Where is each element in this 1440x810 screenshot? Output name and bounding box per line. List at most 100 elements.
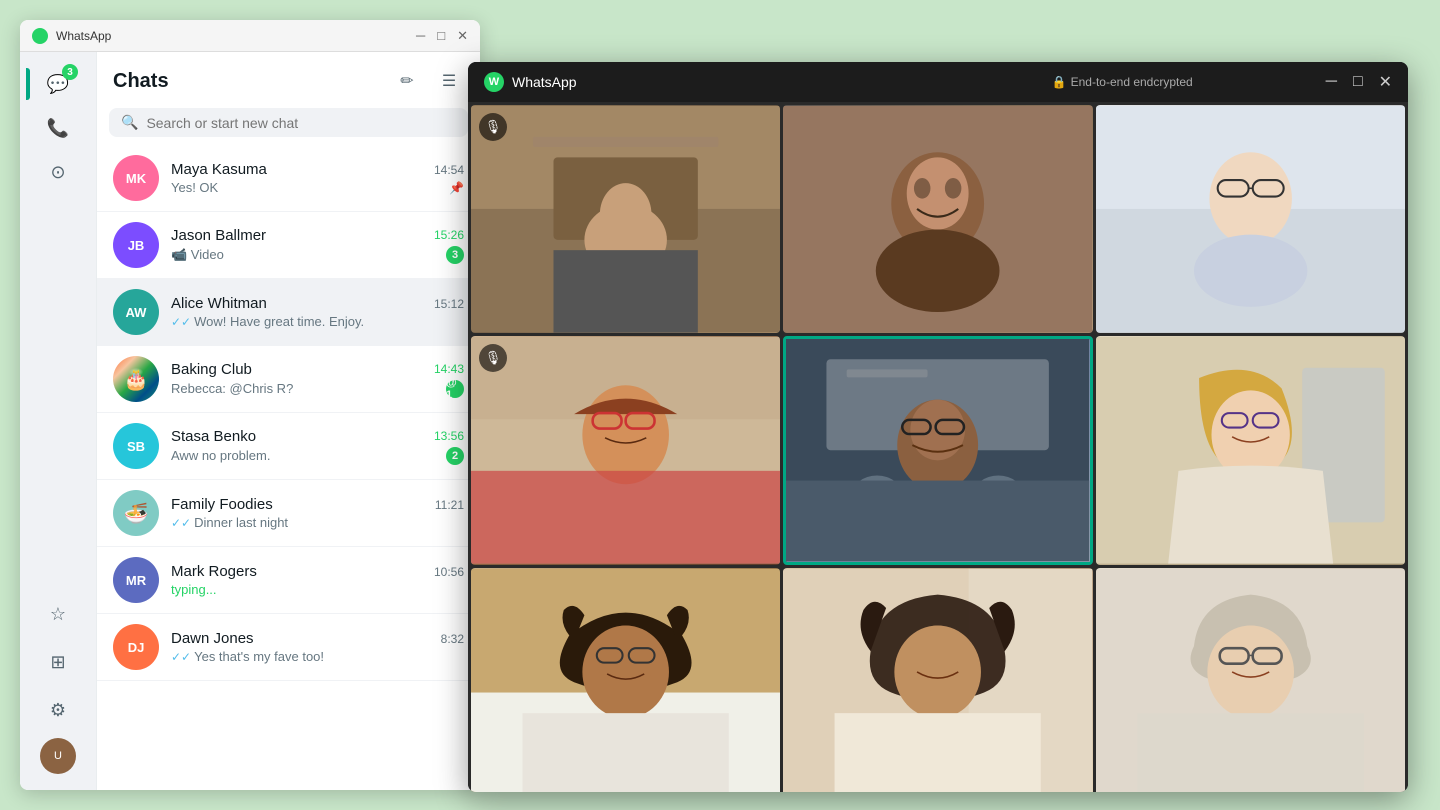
avatar: DJ — [113, 624, 159, 670]
archived-chats-button[interactable]: ⊞ — [38, 642, 78, 682]
mute-icon: 🎙 — [485, 119, 502, 135]
chat-name: Baking Club — [171, 361, 252, 378]
vc-window-controls: ─ □ ✕ — [1326, 72, 1392, 92]
list-item[interactable]: JB Jason Ballmer 15:26 📹 Video 3 — [97, 212, 480, 279]
filter-button[interactable]: ☰ — [434, 66, 464, 96]
video-cell-8 — [783, 568, 1092, 792]
sidebar-item-status[interactable]: ⊙ — [38, 152, 78, 192]
starred-messages-button[interactable]: ☆ — [38, 594, 78, 634]
list-item[interactable]: SB Stasa Benko 13:56 Aww no problem. 2 — [97, 413, 480, 480]
edit-icon: ✏ — [400, 71, 413, 91]
chat-content: Dawn Jones 8:32 ✓✓ Yes that's my fave to… — [171, 630, 464, 664]
person-video-8 — [783, 568, 1092, 792]
app-logo-icon — [32, 28, 48, 44]
list-item[interactable]: 🎂 Baking Club 14:43 Rebecca: @Chris R? @… — [97, 346, 480, 413]
avatar: MK — [113, 155, 159, 201]
chats-panel: Chats ✏ ☰ 🔍 MK — [96, 52, 480, 790]
chat-preview: Yes! OK — [171, 180, 218, 195]
maximize-button[interactable]: □ — [437, 28, 445, 44]
person-video-2 — [783, 105, 1092, 333]
minimize-button[interactable]: ─ — [416, 28, 425, 44]
chat-time: 11:21 — [435, 498, 464, 512]
chat-preview: typing... — [171, 582, 217, 597]
chat-content: Maya Kasuma 14:54 Yes! OK 📌 — [171, 161, 464, 195]
vc-app-title: WhatsApp — [512, 74, 919, 90]
chat-name: Family Foodies — [171, 496, 273, 513]
chat-time: 15:12 — [434, 297, 464, 311]
encryption-badge: 🔒 End-to-end endcrypted — [919, 75, 1326, 89]
chat-content: Jason Ballmer 15:26 📹 Video 3 — [171, 227, 464, 264]
list-item[interactable]: DJ Dawn Jones 8:32 ✓✓ Yes that's my fave… — [97, 614, 480, 681]
mention-badge: @ 1 — [446, 380, 464, 398]
chat-list: MK Maya Kasuma 14:54 Yes! OK 📌 — [97, 145, 480, 790]
person-video-1 — [471, 105, 780, 333]
double-check-icon: ✓✓ — [171, 650, 191, 664]
avatar: AW — [113, 289, 159, 335]
mute-indicator-1: 🎙 — [479, 113, 507, 141]
video-cell-3 — [1096, 105, 1405, 333]
chat-preview: Wow! Have great time. Enjoy. — [194, 314, 364, 329]
mute-icon-4: 🎙 — [485, 350, 502, 366]
person-video-6 — [1096, 336, 1405, 564]
person-video-7 — [471, 568, 780, 792]
pin-icon: 📌 — [449, 181, 464, 195]
video-cell-5 — [783, 336, 1092, 564]
vc-minimize-button[interactable]: ─ — [1326, 73, 1337, 91]
video-cell-1: 🎙 — [471, 105, 780, 333]
unread-badge: 3 — [446, 246, 464, 264]
archive-icon: ⊞ — [50, 652, 65, 673]
vc-maximize-button[interactable]: □ — [1353, 73, 1363, 91]
search-bar[interactable]: 🔍 — [109, 108, 468, 137]
chat-time: 14:43 — [434, 362, 464, 376]
video-cell-7 — [471, 568, 780, 792]
close-button[interactable]: ✕ — [457, 28, 468, 44]
video-call-window: W WhatsApp 🔒 End-to-end endcrypted ─ □ ✕ — [468, 62, 1408, 792]
chat-name: Maya Kasuma — [171, 161, 267, 178]
user-avatar[interactable]: U — [40, 738, 76, 774]
video-cell-9 — [1096, 568, 1405, 792]
unread-badge: 2 — [446, 447, 464, 465]
gear-icon: ⚙ — [50, 700, 66, 721]
chat-content: Mark Rogers 10:56 typing... — [171, 563, 464, 597]
status-icon: ⊙ — [50, 162, 65, 183]
chat-name: Jason Ballmer — [171, 227, 266, 244]
person-video-5 — [786, 339, 1089, 561]
chat-content: Family Foodies 11:21 ✓✓ Dinner last nigh… — [171, 496, 464, 530]
chats-badge: 3 — [62, 64, 78, 80]
chat-name: Dawn Jones — [171, 630, 254, 647]
list-item[interactable]: MR Mark Rogers 10:56 typing... — [97, 547, 480, 614]
video-grid: 🎙 — [468, 102, 1408, 792]
chat-time: 13:56 — [434, 429, 464, 443]
chat-time: 14:54 — [434, 163, 464, 177]
settings-button[interactable]: ⚙ — [38, 690, 78, 730]
sidebar-bottom: ☆ ⊞ ⚙ U — [38, 594, 78, 790]
list-item[interactable]: AW Alice Whitman 15:12 ✓✓ Wow! Have grea… — [97, 279, 480, 346]
list-item[interactable]: MK Maya Kasuma 14:54 Yes! OK 📌 — [97, 145, 480, 212]
avatar: SB — [113, 423, 159, 469]
vc-logo: W — [484, 72, 504, 92]
main-area: 💬 3 📞 ⊙ ☆ ⊞ ⚙ U — [20, 52, 480, 790]
chat-name: Mark Rogers — [171, 563, 257, 580]
video-cell-2 — [783, 105, 1092, 333]
person-video-9 — [1096, 568, 1405, 792]
person-video-3 — [1096, 105, 1405, 333]
vc-title-bar: W WhatsApp 🔒 End-to-end endcrypted ─ □ ✕ — [468, 62, 1408, 102]
list-item[interactable]: 🍜 Family Foodies 11:21 ✓✓ Dinner last ni… — [97, 480, 480, 547]
search-input[interactable] — [146, 115, 456, 131]
vc-close-button[interactable]: ✕ — [1379, 72, 1392, 92]
double-check-icon: ✓✓ — [171, 516, 191, 530]
avatar: 🎂 — [113, 356, 159, 402]
sidebar-item-calls[interactable]: 📞 — [38, 108, 78, 148]
person-video-4 — [471, 336, 780, 564]
chat-time: 8:32 — [441, 632, 464, 646]
app-title: WhatsApp — [56, 29, 416, 43]
video-cell-6 — [1096, 336, 1405, 564]
outer-title-bar: WhatsApp ─ □ ✕ — [20, 20, 480, 52]
chat-preview: Aww no problem. — [171, 448, 270, 463]
new-chat-button[interactable]: ✏ — [392, 66, 422, 96]
star-icon: ☆ — [50, 604, 66, 625]
chat-content: Baking Club 14:43 Rebecca: @Chris R? @ 1 — [171, 361, 464, 398]
lock-icon: 🔒 — [1052, 75, 1067, 89]
calls-icon: 📞 — [47, 118, 69, 139]
sidebar-item-chats[interactable]: 💬 3 — [38, 64, 78, 104]
